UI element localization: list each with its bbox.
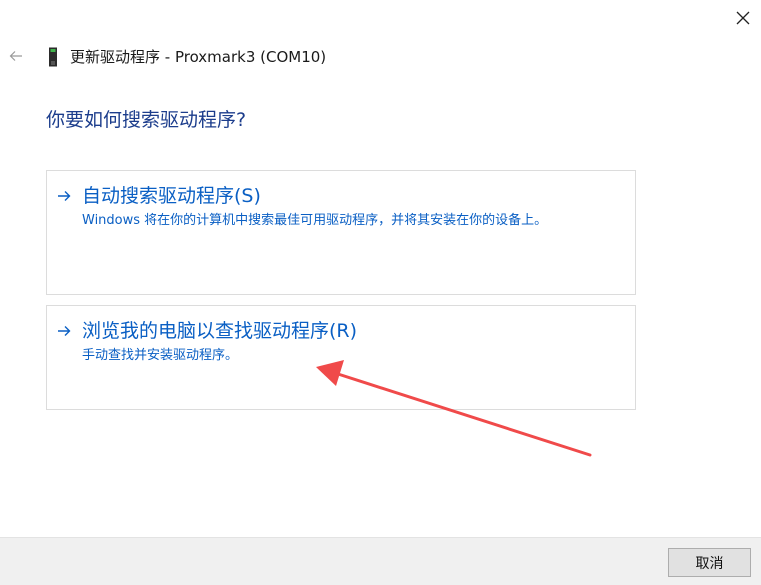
arrow-right-icon <box>58 191 71 201</box>
window-title: 更新驱动程序 - Proxmark3 (COM10) <box>70 48 327 66</box>
footer-bar: 取消 <box>0 537 761 585</box>
close-button[interactable] <box>726 2 760 34</box>
auto-search-title: 自动搜索驱动程序(S) <box>82 185 261 207</box>
browse-computer-option[interactable]: 浏览我的电脑以查找驱动程序(R) 手动查找并安装驱动程序。 <box>46 305 636 410</box>
browse-computer-title: 浏览我的电脑以查找驱动程序(R) <box>82 320 358 342</box>
back-button[interactable] <box>4 42 28 70</box>
browse-computer-description: 手动查找并安装驱动程序。 <box>82 348 239 363</box>
arrow-right-icon <box>58 326 71 336</box>
auto-search-description: Windows 将在你的计算机中搜索最佳可用驱动程序，并将其安装在你的设备上。 <box>82 213 548 228</box>
back-arrow-icon <box>9 51 22 61</box>
auto-search-option[interactable]: 自动搜索驱动程序(S) Windows 将在你的计算机中搜索最佳可用驱动程序，并… <box>46 170 636 295</box>
page-title: 你要如何搜索驱动程序? <box>46 109 247 131</box>
cancel-button[interactable]: 取消 <box>668 548 751 577</box>
close-icon <box>736 11 750 25</box>
device-icon <box>49 47 57 67</box>
